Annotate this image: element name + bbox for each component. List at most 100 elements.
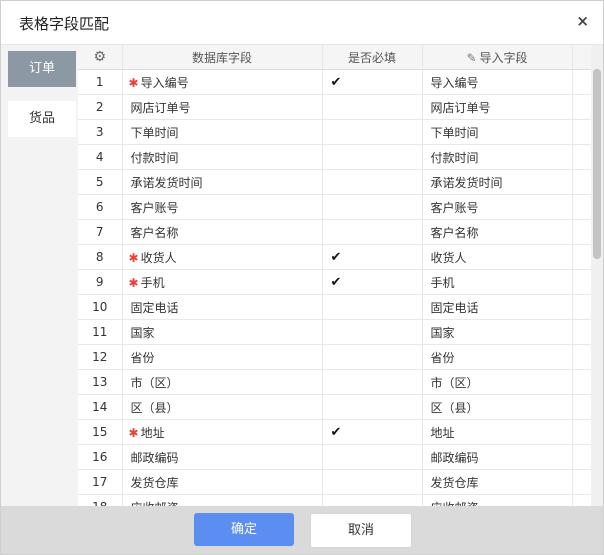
db-field-cell: 区（县）	[122, 394, 323, 420]
db-field-cell: 发货仓库	[122, 469, 323, 495]
row-number: 17	[78, 469, 123, 495]
field-mapping-dialog: 表格字段匹配 × 订单 货品 ⚙ 数据库字段 是否必填 ✎ 导入字段 1 ✱ 导…	[0, 0, 604, 555]
import-field-cell[interactable]: 客户账号	[422, 194, 573, 220]
required-cell[interactable]	[322, 94, 423, 120]
required-cell[interactable]: ✔	[322, 69, 423, 95]
column-header-required: 是否必填	[322, 45, 423, 70]
row-spacer	[572, 219, 591, 245]
import-field-cell[interactable]: 手机	[422, 269, 573, 295]
import-field-cell[interactable]: 承诺发货时间	[422, 169, 573, 195]
column-header-import-field: ✎ 导入字段	[422, 45, 573, 70]
import-field-cell[interactable]: 固定电话	[422, 294, 573, 320]
db-field-label: 市（区）	[130, 375, 179, 390]
table-row[interactable]: 5 承诺发货时间 承诺发货时间	[78, 169, 591, 195]
table-row[interactable]: 7 客户名称 客户名称	[78, 219, 591, 245]
row-number: 15	[78, 419, 123, 445]
row-spacer	[572, 119, 591, 145]
table-row[interactable]: 9 ✱ 手机 ✔ 手机	[78, 269, 591, 295]
import-field-cell[interactable]: 客户名称	[422, 219, 573, 245]
row-number: 13	[78, 369, 123, 395]
table-row[interactable]: 3 下单时间 下单时间	[78, 119, 591, 145]
required-cell[interactable]: ✔	[322, 419, 423, 445]
table-row[interactable]: 14 区（县） 区（县）	[78, 394, 591, 420]
db-field-label: 地址	[140, 425, 165, 440]
db-field-cell: 客户账号	[122, 194, 323, 220]
db-field-cell: 国家	[122, 319, 323, 345]
import-field-cell[interactable]: 网店订单号	[422, 94, 573, 120]
table-row[interactable]: 1 ✱ 导入编号 ✔ 导入编号	[78, 69, 591, 95]
table-row[interactable]: 16 邮政编码 邮政编码	[78, 444, 591, 470]
import-field-header-label: 导入字段	[479, 50, 528, 65]
row-number: 4	[78, 144, 123, 170]
row-number: 3	[78, 119, 123, 145]
checkmark-icon: ✔	[330, 74, 342, 90]
tab-goods[interactable]: 货品	[8, 101, 76, 137]
db-field-cell: ✱ 手机	[122, 269, 323, 295]
cancel-button[interactable]: 取消	[310, 513, 412, 548]
row-number: 7	[78, 219, 123, 245]
column-settings[interactable]: ⚙	[78, 45, 123, 70]
required-cell[interactable]	[322, 394, 423, 420]
required-cell[interactable]	[322, 169, 423, 195]
table-row[interactable]: 17 发货仓库 发货仓库	[78, 469, 591, 495]
tab-orders[interactable]: 订单	[8, 51, 76, 87]
row-spacer	[572, 69, 591, 95]
required-cell[interactable]	[322, 294, 423, 320]
required-cell[interactable]: ✔	[322, 269, 423, 295]
import-field-cell[interactable]: 导入编号	[422, 69, 573, 95]
required-cell[interactable]	[322, 144, 423, 170]
row-number: 6	[78, 194, 123, 220]
required-cell[interactable]	[322, 219, 423, 245]
row-number: 8	[78, 244, 123, 270]
close-icon[interactable]: ×	[576, 12, 589, 30]
import-field-cell[interactable]: 付款时间	[422, 144, 573, 170]
required-cell[interactable]	[322, 494, 423, 506]
row-spacer	[572, 494, 591, 506]
import-field-cell[interactable]: 省份	[422, 344, 573, 370]
required-cell[interactable]	[322, 469, 423, 495]
import-field-cell[interactable]: 应收邮资	[422, 494, 573, 506]
import-field-cell[interactable]: 发货仓库	[422, 469, 573, 495]
table-row[interactable]: 10 固定电话 固定电话	[78, 294, 591, 320]
import-field-cell[interactable]: 收货人	[422, 244, 573, 270]
table-row[interactable]: 2 网店订单号 网店订单号	[78, 94, 591, 120]
table-row[interactable]: 15 ✱ 地址 ✔ 地址	[78, 419, 591, 445]
required-cell[interactable]	[322, 194, 423, 220]
table-row[interactable]: 18应收邮资应收邮资	[78, 494, 591, 506]
sidebar: 订单 货品	[1, 45, 78, 506]
db-field-cell: ✱ 收货人	[122, 244, 323, 270]
table-row[interactable]: 11 国家 国家	[78, 319, 591, 345]
row-spacer	[572, 419, 591, 445]
scrollbar-thumb[interactable]	[593, 69, 601, 259]
import-field-cell[interactable]: 市（区）	[422, 369, 573, 395]
db-field-label: 承诺发货时间	[130, 175, 203, 190]
import-field-cell[interactable]: 地址	[422, 419, 573, 445]
required-cell[interactable]	[322, 119, 423, 145]
db-field-cell: 承诺发货时间	[122, 169, 323, 195]
db-field-cell: ✱ 地址	[122, 419, 323, 445]
required-cell[interactable]	[322, 319, 423, 345]
gear-icon[interactable]: ⚙	[93, 49, 106, 65]
table-row[interactable]: 6 客户账号 客户账号	[78, 194, 591, 220]
table-row[interactable]: 12 省份 省份	[78, 344, 591, 370]
db-field-label: 付款时间	[130, 150, 179, 165]
required-cell[interactable]	[322, 369, 423, 395]
import-field-cell[interactable]: 下单时间	[422, 119, 573, 145]
row-number: 1	[78, 69, 123, 95]
table-row[interactable]: 8 ✱ 收货人 ✔ 收货人	[78, 244, 591, 270]
import-field-cell[interactable]: 邮政编码	[422, 444, 573, 470]
required-cell[interactable]	[322, 444, 423, 470]
table-row[interactable]: 4 付款时间 付款时间	[78, 144, 591, 170]
required-cell[interactable]	[322, 344, 423, 370]
confirm-button[interactable]: 确定	[194, 513, 294, 546]
import-field-cell[interactable]: 国家	[422, 319, 573, 345]
db-field-cell: 网店订单号	[122, 94, 323, 120]
db-field-cell: ✱ 导入编号	[122, 69, 323, 95]
db-field-label: 省份	[130, 350, 155, 365]
field-table: ⚙ 数据库字段 是否必填 ✎ 导入字段 1 ✱ 导入编号 ✔ 导入编号 2 网店订单号 网店订单…	[78, 45, 591, 506]
db-field-label: 邮政编码	[130, 450, 179, 465]
import-field-cell[interactable]: 区（县）	[422, 394, 573, 420]
db-field-label: 区（县）	[130, 400, 179, 415]
required-cell[interactable]: ✔	[322, 244, 423, 270]
table-row[interactable]: 13 市（区） 市（区）	[78, 369, 591, 395]
